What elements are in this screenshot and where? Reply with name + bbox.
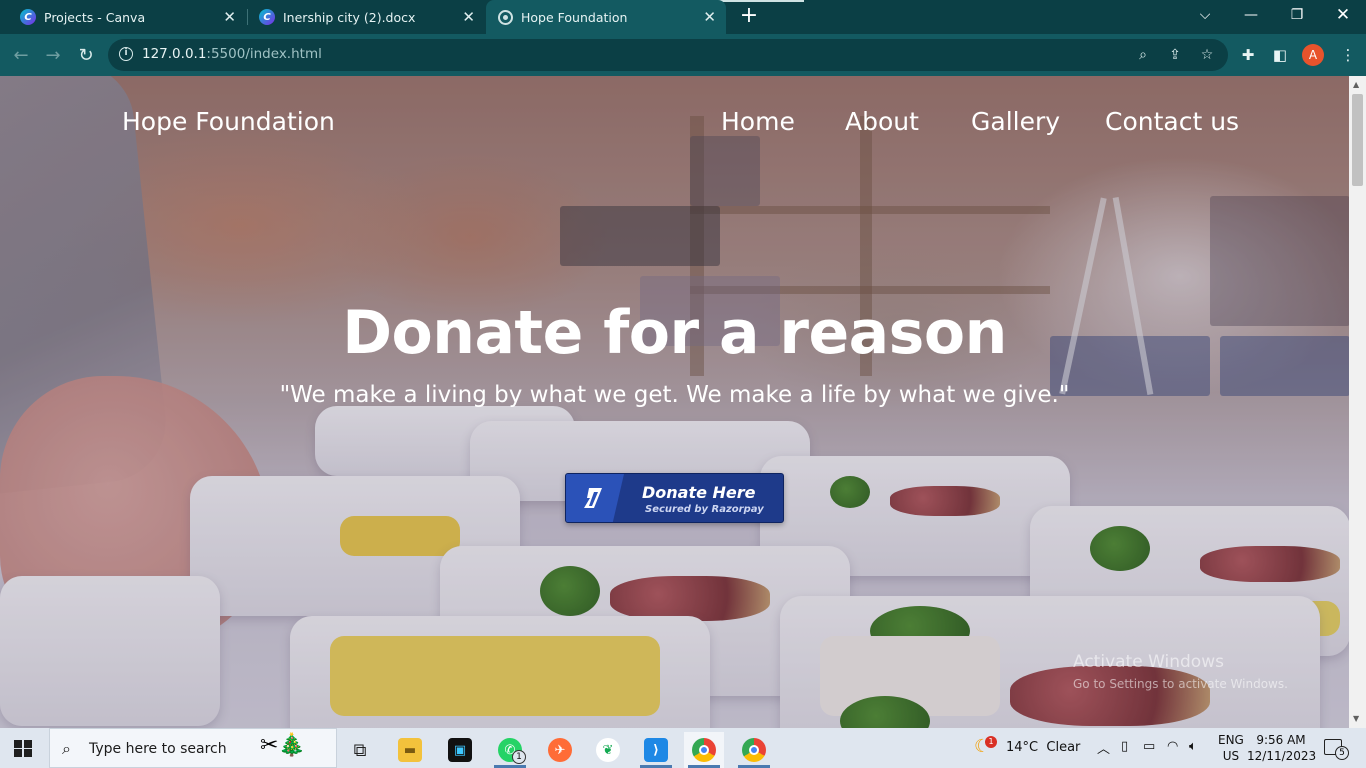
tab-hope-foundation[interactable]: Hope Foundation ✕ (486, 0, 726, 34)
minimize-button[interactable]: — (1228, 0, 1274, 30)
search-highlight-icon: ✂🎄 (260, 733, 306, 758)
bookmark-star-icon[interactable]: ☆ (1198, 46, 1216, 64)
broadcast-icon (498, 9, 513, 25)
razorpay-donate-button[interactable]: Donate Here Secured by Razorpay (565, 473, 784, 523)
weather-badge: 1 (985, 736, 997, 748)
reload-icon[interactable]: ↻ (73, 42, 99, 68)
secured-by-label: Secured by Razorpay (645, 504, 764, 515)
whatsapp-badge: 1 (512, 750, 526, 764)
battery-icon[interactable]: ▭ (1143, 739, 1155, 754)
search-placeholder: Type here to search (89, 741, 227, 757)
close-icon[interactable]: ✕ (462, 8, 475, 26)
clock-time: 9:56 AM (1256, 733, 1306, 747)
activate-windows-watermark: Activate Windows Go to Settings to activ… (1073, 652, 1288, 691)
close-icon[interactable]: ✕ (703, 8, 716, 26)
canva-icon: C (259, 9, 275, 25)
clock-date: 12/11/2023 (1247, 749, 1317, 763)
whatsapp-icon[interactable]: ✆ 1 (490, 732, 530, 768)
side-panel-icon[interactable]: ◧ (1270, 45, 1290, 65)
mongodb-compass-icon[interactable]: ❦ (588, 732, 628, 768)
vscode-icon[interactable]: ⟩ (636, 732, 676, 768)
extensions-puzzle-icon[interactable]: ✚ (1238, 45, 1258, 65)
forward-arrow-icon[interactable]: → (40, 42, 66, 68)
device-icon[interactable]: ▯ (1121, 739, 1128, 754)
scroll-up-icon[interactable]: ▲ (1353, 80, 1359, 89)
notification-center-icon[interactable]: 5 (1324, 739, 1349, 760)
tab-title: Projects - Canva (44, 9, 146, 25)
nav-gallery[interactable]: Gallery (971, 107, 1060, 136)
taskbar-clock[interactable]: 9:56 AM 12/11/2023 (1247, 732, 1317, 764)
page-viewport: Hope Foundation Home About Gallery Conta… (0, 76, 1349, 728)
postman-icon[interactable]: ✈ (540, 732, 580, 768)
search-icon: ⌕ (62, 739, 71, 758)
menu-kebab-icon[interactable]: ⋮ (1338, 45, 1358, 65)
zoom-icon[interactable]: ⌕ (1134, 46, 1152, 64)
hero-quote: "We make a living by what we get. We mak… (279, 382, 1070, 408)
tab-internship-doc[interactable]: C Inership city (2).docx ✕ (247, 0, 485, 34)
language-indicator[interactable]: ENG US (1218, 732, 1244, 764)
tab-title: Inership city (2).docx (283, 9, 416, 25)
scroll-down-icon[interactable]: ▼ (1353, 714, 1359, 723)
page-scrollbar[interactable]: ▲ ▼ (1349, 76, 1366, 728)
address-bar[interactable]: i 127.0.0.1:5500/index.html ⌕ ⇪ ☆ (108, 39, 1228, 71)
share-icon[interactable]: ⇪ (1166, 46, 1184, 64)
tab-strip: C Projects - Canva ✕ C Inership city (2)… (0, 0, 1366, 34)
profile-avatar[interactable]: A (1302, 44, 1324, 66)
task-view-icon[interactable]: ⧉ (340, 732, 380, 768)
volume-icon[interactable]: 🔈︎ (1189, 739, 1197, 754)
file-explorer-icon[interactable]: ▬ (390, 732, 430, 768)
back-arrow-icon[interactable]: ← (8, 42, 34, 68)
taskbar-search-box[interactable]: ⌕ Type here to search ✂🎄 (49, 728, 337, 768)
canva-icon: C (20, 9, 36, 25)
chrome-profile-icon[interactable] (734, 732, 774, 768)
razorpay-logo-icon (566, 474, 624, 522)
tab-search-chevron-icon[interactable]: ⌵ (1182, 0, 1228, 30)
new-tab-button[interactable]: + (738, 5, 760, 27)
url-text[interactable]: 127.0.0.1:5500/index.html (142, 46, 322, 62)
screen-recorder-icon[interactable]: ▣ (440, 732, 480, 768)
scrollbar-thumb[interactable] (1352, 94, 1363, 186)
nav-contact[interactable]: Contact us (1105, 107, 1239, 136)
windows-start-icon[interactable] (14, 740, 32, 757)
close-icon[interactable]: ✕ (223, 8, 236, 26)
hero-title: Donate for a reason (342, 298, 1007, 368)
windows-taskbar: ⌕ Type here to search ✂🎄 ⧉ ▬ ▣ ✆ 1 ✈ ❦ ⟩… (0, 728, 1366, 768)
donate-label: Donate Here (642, 483, 756, 502)
tab-canva-projects[interactable]: C Projects - Canva ✕ (8, 0, 246, 34)
site-brand[interactable]: Hope Foundation (122, 107, 335, 136)
close-window-button[interactable]: ✕ (1320, 0, 1366, 30)
system-tray: ︿ ▯ ▭ ◠ 🔈︎ (1097, 728, 1212, 768)
wifi-icon[interactable]: ◠ (1167, 739, 1178, 754)
nav-home[interactable]: Home (721, 107, 795, 136)
chevron-up-icon[interactable]: ︿ (1097, 738, 1110, 757)
tab-title: Hope Foundation (521, 9, 628, 25)
chrome-icon[interactable] (684, 732, 724, 768)
site-info-icon[interactable]: i (119, 47, 133, 61)
notification-count: 5 (1335, 746, 1349, 760)
browser-toolbar: ← → ↻ i 127.0.0.1:5500/index.html ⌕ ⇪ ☆ … (0, 34, 1366, 76)
nav-about[interactable]: About (845, 107, 919, 136)
weather-text: 14°C Clear (1006, 740, 1081, 755)
site-navbar: Hope Foundation Home About Gallery Conta… (0, 76, 1349, 168)
restore-button[interactable]: ❐ (1274, 0, 1320, 30)
